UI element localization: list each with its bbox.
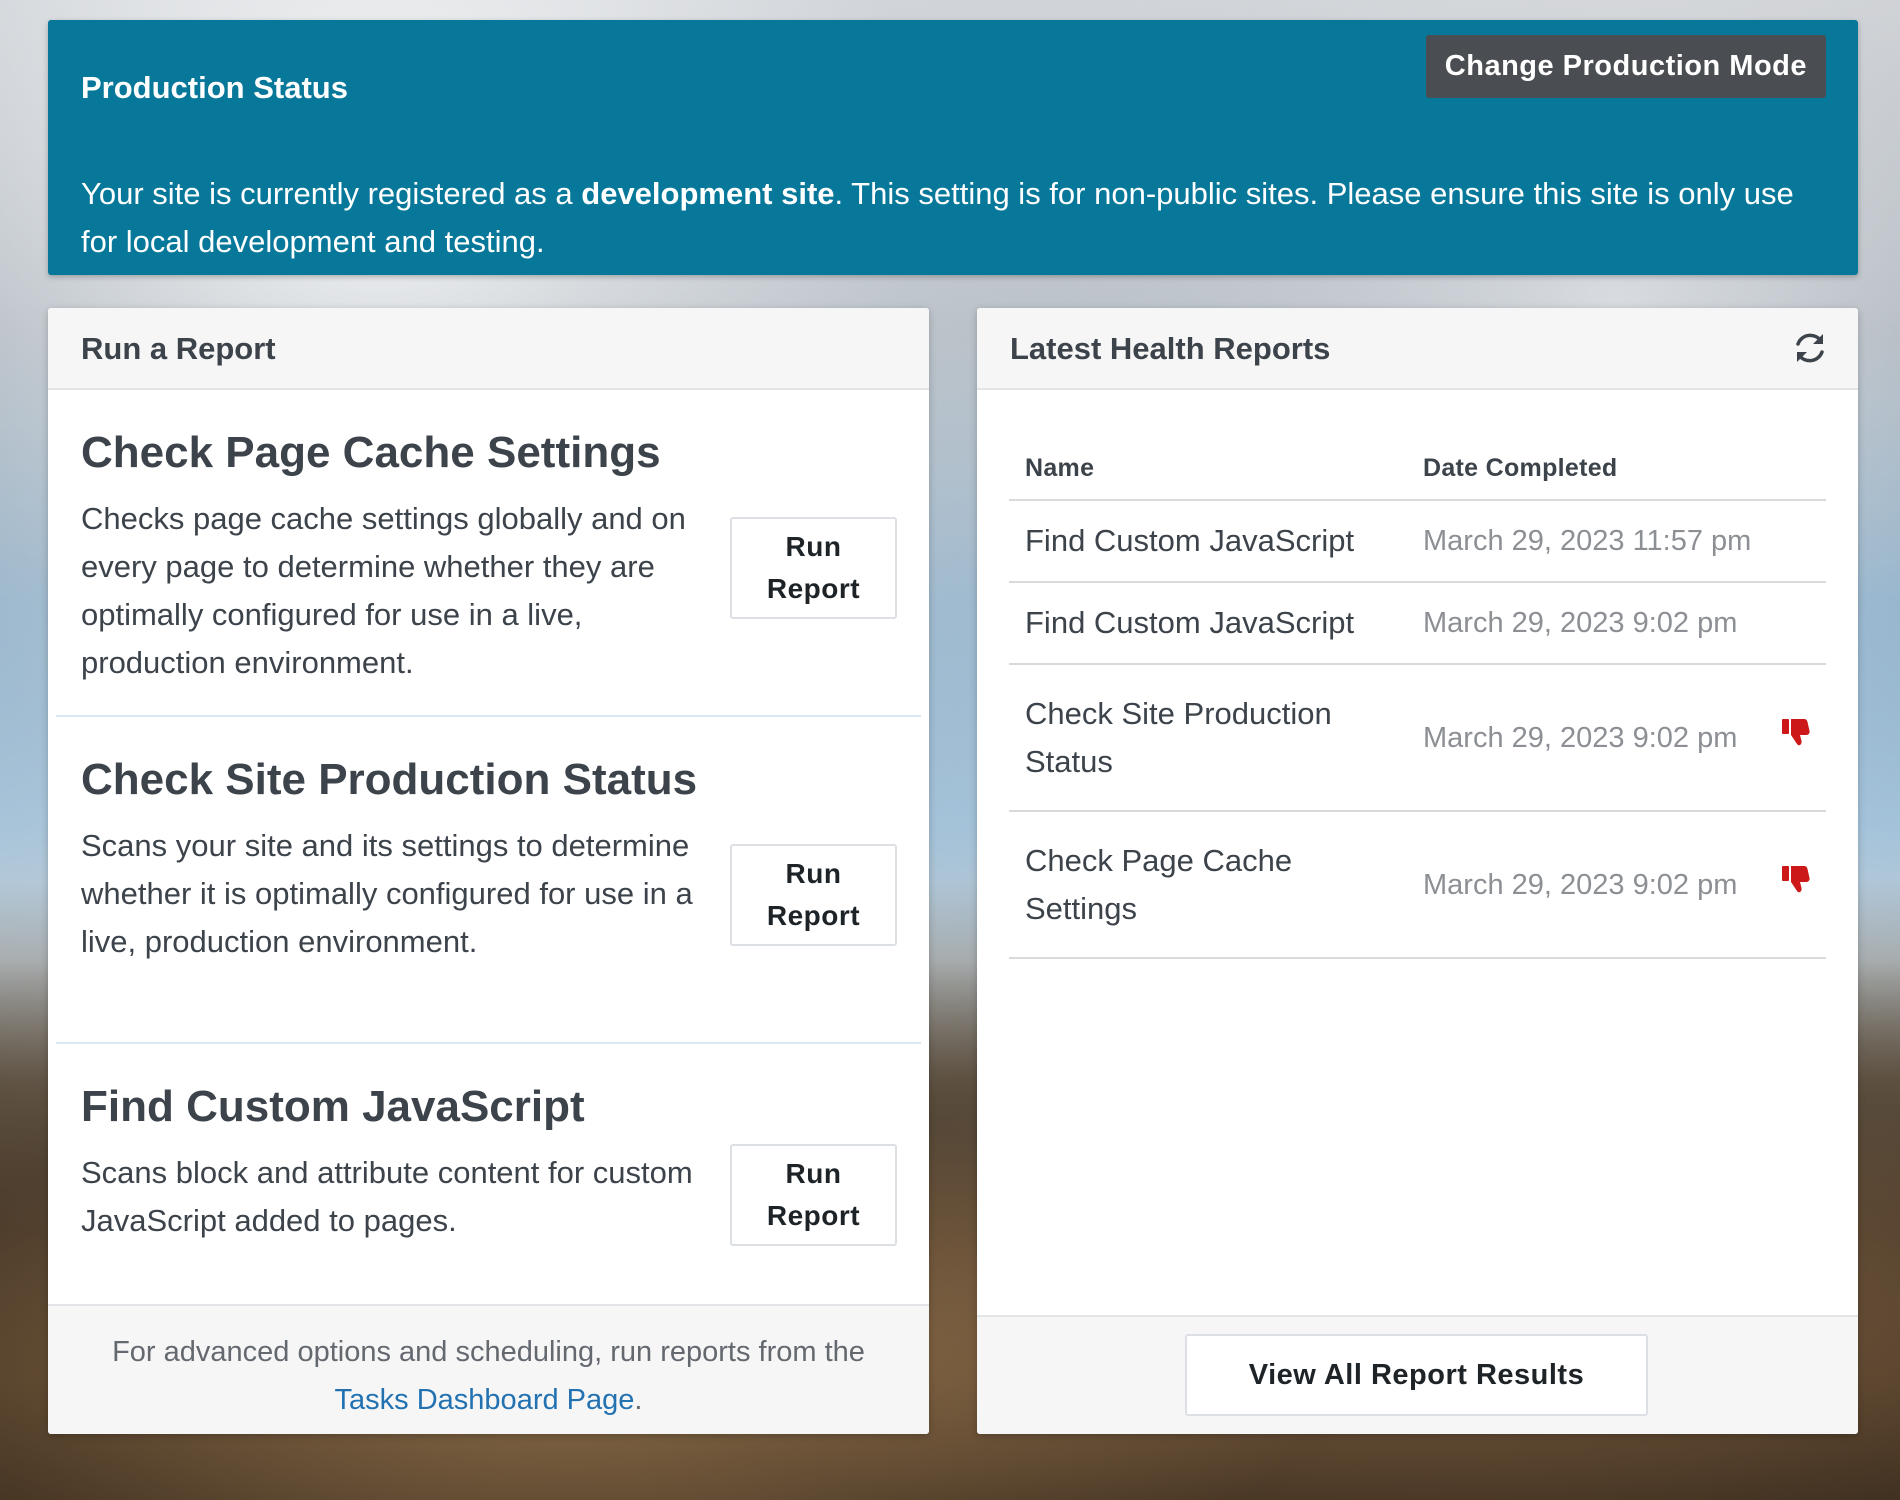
- thumbs-down-icon: [1782, 865, 1810, 892]
- banner-message-bold: development site: [581, 176, 835, 211]
- report-title: Find Custom JavaScript: [81, 1082, 585, 1131]
- health-reports-footer: View All Report Results: [977, 1315, 1858, 1434]
- report-description: Scans block and attribute content for cu…: [81, 1155, 693, 1238]
- footer-text: For advanced options and scheduling, run…: [112, 1336, 865, 1368]
- run-report-button[interactable]: Run Report: [730, 1144, 897, 1246]
- status-cell: [1766, 664, 1826, 812]
- run-report-panel: Run a Report Check Page Cache Settings C…: [48, 308, 929, 1434]
- report-date: March 29, 2023 9:02 pm: [1407, 664, 1766, 812]
- run-report-button-line1: Run: [785, 858, 842, 889]
- run-report-button-line2: Report: [766, 900, 861, 931]
- thumbs-down-icon: [1782, 718, 1810, 745]
- tasks-dashboard-link[interactable]: Tasks Dashboard Page: [335, 1384, 635, 1416]
- health-reports-panel-title: Latest Health Reports: [1010, 331, 1331, 366]
- table-header-row: Name Date Completed: [1009, 438, 1826, 501]
- run-report-panel-title: Run a Report: [81, 331, 276, 366]
- report-item: Check Site Production Status Scans your …: [56, 717, 921, 1044]
- report-name[interactable]: Check Page Cache Settings: [1009, 811, 1407, 959]
- refresh-icon[interactable]: [1792, 330, 1828, 366]
- health-reports-table: Name Date Completed Find Custom JavaScri…: [1009, 438, 1826, 959]
- run-report-button-line2: Report: [766, 1200, 861, 1231]
- banner-message-start: Your site is currently registered as a: [81, 176, 582, 211]
- banner-message: Your site is currently registered as a d…: [81, 170, 1826, 266]
- run-report-panel-header: Run a Report: [48, 308, 929, 390]
- report-title: Check Page Cache Settings: [81, 428, 661, 477]
- report-description: Checks page cache settings globally and …: [81, 501, 686, 680]
- column-header-status: [1766, 438, 1826, 501]
- table-row[interactable]: Check Site Production Status March 29, 2…: [1009, 664, 1826, 812]
- run-report-button-line1: Run: [785, 1158, 842, 1189]
- production-status-banner: Production Status Change Production Mode…: [48, 20, 1858, 275]
- footer-period: .: [634, 1384, 643, 1416]
- report-title: Check Site Production Status: [81, 755, 698, 804]
- table-row[interactable]: Check Page Cache Settings March 29, 2023…: [1009, 811, 1826, 959]
- status-cell: [1766, 582, 1826, 665]
- report-date: March 29, 2023 9:02 pm: [1407, 811, 1766, 959]
- column-header-name[interactable]: Name: [1009, 438, 1407, 501]
- table-row[interactable]: Find Custom JavaScript March 29, 2023 11…: [1009, 500, 1826, 583]
- run-report-button[interactable]: Run Report: [730, 517, 897, 619]
- report-description: Scans your site and its settings to dete…: [81, 828, 693, 959]
- run-report-button-line2: Report: [766, 573, 861, 604]
- run-report-button-line1: Run: [785, 531, 842, 562]
- column-header-date[interactable]: Date Completed: [1407, 438, 1766, 501]
- view-all-results-button[interactable]: View All Report Results: [1185, 1334, 1648, 1416]
- table-row[interactable]: Find Custom JavaScript March 29, 2023 9:…: [1009, 582, 1826, 665]
- report-date: March 29, 2023 11:57 pm: [1407, 500, 1766, 583]
- report-name[interactable]: Check Site Production Status: [1009, 664, 1407, 812]
- run-report-button[interactable]: Run Report: [730, 844, 897, 946]
- banner-title: Production Status: [81, 70, 348, 105]
- report-item: Check Page Cache Settings Checks page ca…: [56, 390, 921, 717]
- report-name[interactable]: Find Custom JavaScript: [1009, 500, 1407, 583]
- report-name[interactable]: Find Custom JavaScript: [1009, 582, 1407, 665]
- run-report-footer: For advanced options and scheduling, run…: [48, 1304, 929, 1434]
- status-cell: [1766, 811, 1826, 959]
- report-date: March 29, 2023 9:02 pm: [1407, 582, 1766, 665]
- change-production-mode-button[interactable]: Change Production Mode: [1425, 35, 1826, 98]
- status-cell: [1766, 500, 1826, 583]
- health-reports-panel: Latest Health Reports Name Date Complete…: [977, 308, 1858, 1434]
- health-reports-panel-header: Latest Health Reports: [977, 308, 1858, 390]
